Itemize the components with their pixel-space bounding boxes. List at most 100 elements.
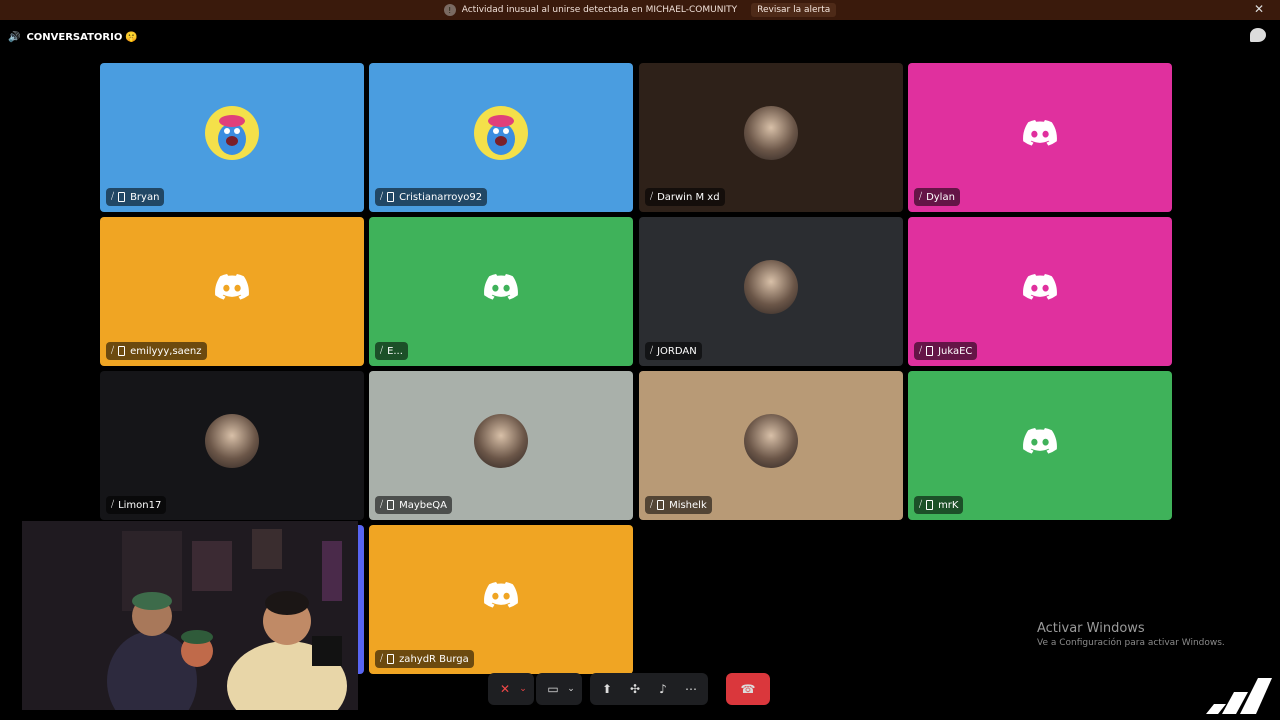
participant-nametag: ⧸ E... [375,342,408,360]
mic-muted-icon: ⧸ [111,346,115,356]
participant-name: mrK [938,499,959,511]
participant-name: Dylan [926,191,955,203]
mobile-device-icon [118,346,126,356]
close-alert-button[interactable]: ✕ [1254,2,1264,16]
participant-name: MaybeQA [399,499,447,511]
participant-tile[interactable]: ⧸ MaybeQA [369,371,633,520]
voice-channel-icon: 🔊 [8,31,21,43]
mobile-device-icon [657,500,665,510]
participant-name: Darwin M xd [657,191,720,203]
discord-logo-icon [474,568,528,622]
participant-name: JORDAN [657,345,697,357]
cartoon-bird-avatar [205,106,259,161]
hang-up-icon: ☎ [740,682,756,696]
mic-muted-icon: ⧸ [919,346,923,356]
user-photo-avatar [205,414,259,469]
alert-bar: ! Actividad inusual al unirse detectada … [0,0,1280,20]
windows-activation-watermark: Activar Windows Ve a Configuración para … [1037,621,1225,648]
participant-nametag: ⧸ Bryan [106,188,165,206]
disconnect-button[interactable]: ☎ [726,673,770,705]
participant-tile[interactable]: ⧸ Limon17 [100,371,364,520]
participant-tile[interactable]: ⧸ Darwin M xd [639,63,903,212]
more-icon[interactable]: ⋯ [680,678,702,700]
discord-logo-icon [1013,260,1067,314]
chat-icon[interactable] [1250,28,1266,42]
webcam-overlay [22,521,358,710]
participant-nametag: ⧸ JukaEC [914,342,978,360]
mic-muted-icon: ⧸ [111,192,115,202]
mic-muted-icon: ⧸ [650,192,654,202]
participant-tile[interactable]: ⧸ JORDAN [639,217,903,366]
discord-logo-icon [1013,414,1067,468]
mic-options-chevron-icon[interactable]: ⌄ [516,678,530,700]
actions-group: ⬆ ✣ ♪ ⋯ [590,673,708,705]
channel-emoji: 🤫 [125,31,138,43]
call-controls: ✕ ⌄ ▭ ⌄ ⬆ ✣ ♪ ⋯ ☎ [488,673,788,705]
alert-message: Actividad inusual al unirse detectada en… [461,5,738,15]
participant-nametag: ⧸ Dylan [914,188,960,206]
participant-nametag: ⧸ mrK [914,496,964,514]
mic-muted-icon: ⧸ [380,346,384,356]
participant-name: Bryan [130,191,160,203]
user-photo-avatar [744,106,798,161]
participant-tile[interactable]: ⧸ Bryan [100,63,364,212]
discord-logo-icon [205,260,259,314]
mic-muted-icon: ⧸ [380,500,384,510]
mic-muted-icon: ⧸ [111,500,115,510]
review-alert-button[interactable]: Revisar la alerta [751,3,837,17]
activities-icon[interactable]: ✣ [624,678,646,700]
participant-nametag: ⧸ Darwin M xd [645,188,725,206]
user-photo-avatar [744,414,798,469]
participant-tile[interactable]: ⧸ Cristianarroyo92 [369,63,633,212]
participant-nametag: ⧸ emilyyy,saenz [106,342,207,360]
mobile-device-icon [387,654,395,664]
video-group: ▭ ⌄ [536,673,582,705]
brand-logo [1206,678,1272,714]
mobile-device-icon [118,192,126,202]
participant-name: zahydR Burga [399,653,469,665]
mic-muted-icon: ⧸ [380,654,384,664]
mic-muted-icon: ⧸ [650,500,654,510]
discord-logo-icon [1013,106,1067,160]
cartoon-bird-avatar [474,106,528,161]
participant-tile[interactable]: ⧸ zahydR Burga [369,525,633,674]
user-photo-avatar [474,414,528,469]
camera-off-icon[interactable]: ▭ [542,678,564,700]
participant-name: JukaEC [938,345,973,357]
watermark-title: Activar Windows [1037,621,1145,636]
soundboard-icon[interactable]: ♪ [652,678,674,700]
participant-name: Cristianarroyo92 [399,191,483,203]
participant-nametag: ⧸ Mishelk [645,496,712,514]
mic-muted-icon: ⧸ [650,346,654,356]
participant-tile[interactable]: ⧸ mrK [908,371,1172,520]
participant-nametag: ⧸ zahydR Burga [375,650,474,668]
participant-tile[interactable]: ⧸ JukaEC [908,217,1172,366]
watermark-subtitle: Ve a Configuración para activar Windows. [1037,638,1225,648]
mic-muted-icon: ⧸ [380,192,384,202]
mute-group: ✕ ⌄ [488,673,534,705]
participant-name: E... [387,345,403,357]
channel-name: CONVERSATORIO [26,31,123,43]
mobile-device-icon [926,500,934,510]
participant-tile[interactable]: ⧸ Dylan [908,63,1172,212]
participant-nametag: ⧸ Limon17 [106,496,167,514]
participant-nametag: ⧸ MaybeQA [375,496,452,514]
participant-nametag: ⧸ JORDAN [645,342,702,360]
warning-icon: ! [443,4,456,16]
discord-logo-icon [474,260,528,314]
participant-name: emilyyy,saenz [130,345,202,357]
webcam-scene [22,521,358,710]
mic-muted-icon: ⧸ [919,192,923,202]
screen-share-icon[interactable]: ⬆ [596,678,618,700]
user-photo-avatar [744,260,798,315]
mic-muted-icon: ⧸ [919,500,923,510]
participant-tile[interactable]: ⧸ Mishelk [639,371,903,520]
mobile-device-icon [387,500,395,510]
mic-muted-icon[interactable]: ✕ [494,678,516,700]
camera-options-chevron-icon[interactable]: ⌄ [564,678,578,700]
participant-tile[interactable]: ⧸ E... [369,217,633,366]
mobile-device-icon [387,192,395,202]
mobile-device-icon [926,346,934,356]
participant-tile[interactable]: ⧸ emilyyy,saenz [100,217,364,366]
participant-nametag: ⧸ Cristianarroyo92 [375,188,488,206]
